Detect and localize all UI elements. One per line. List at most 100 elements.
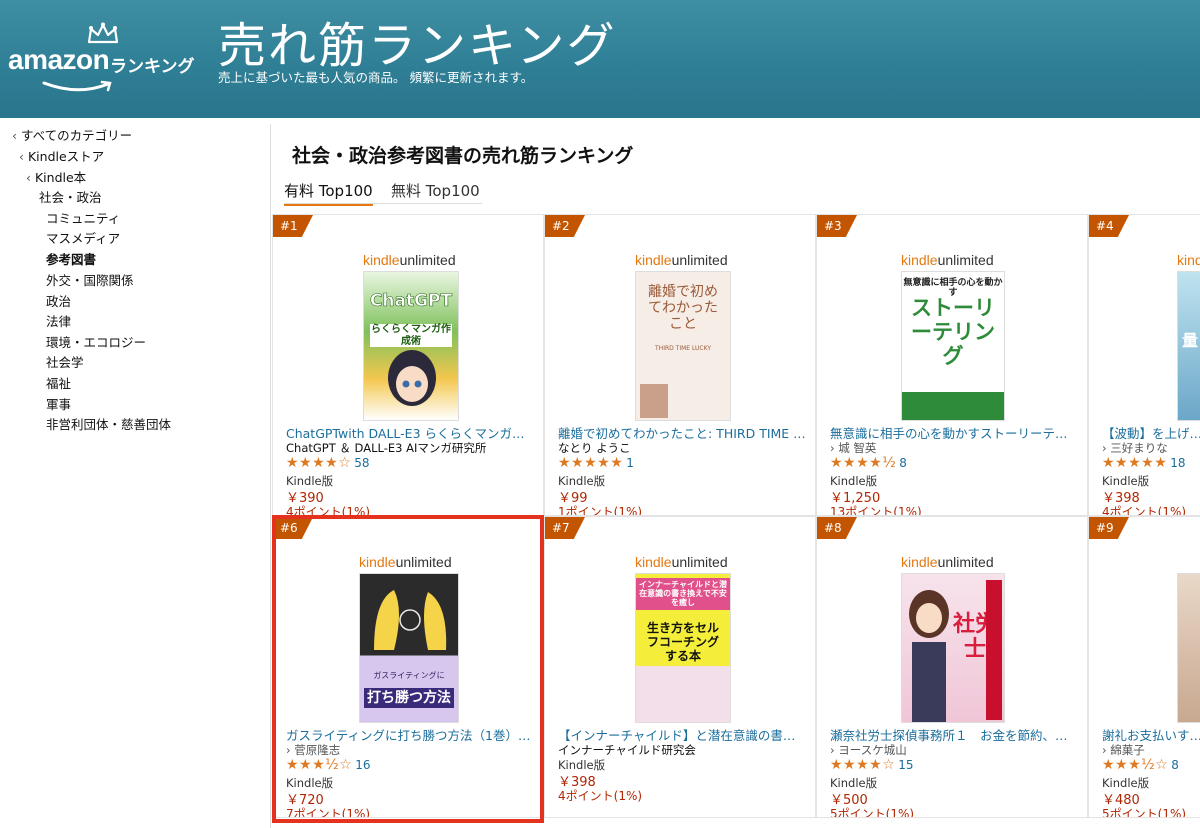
rank-badge: #1: [273, 215, 313, 237]
sidebar-item-environment[interactable]: 環境・エコロジー: [46, 332, 146, 351]
sidebar-item-all-categories[interactable]: すべてのカテゴリー: [12, 125, 132, 144]
product-points: 5ポイント(1%): [830, 807, 915, 818]
cover-title: 量: [1182, 331, 1199, 350]
star-rating[interactable]: ★★★★★ 1: [558, 455, 634, 471]
cover-title: 離婚で初めてわかったこと: [648, 284, 718, 333]
manga-girl-illustration: [388, 350, 436, 406]
sidebar-item-reference-selected: 参考図書: [46, 252, 97, 267]
rank-badge: #2: [545, 215, 585, 237]
rank-badge: #7: [545, 517, 585, 539]
star-rating[interactable]: ★★★½☆ 8: [1102, 757, 1179, 773]
star-rating[interactable]: ★★★½☆ 16: [286, 757, 371, 773]
book-cover-image[interactable]: 量: [1177, 271, 1200, 421]
author-photo: [640, 384, 668, 418]
logo-ranking-text: ランキング: [110, 57, 195, 77]
product-author-link[interactable]: 城 智英: [830, 440, 876, 456]
page-title: 売れ筋ランキング: [218, 18, 617, 74]
category-sidebar: すべてのカテゴリー Kindleストア Kindle本 社会・政治 コミュニティ…: [0, 118, 270, 828]
star-rating[interactable]: ★★★★★ 18: [1102, 455, 1186, 471]
page-header: amazon ランキング 売れ筋ランキング 売上に基づいた最も人気の商品。 頻繁…: [0, 0, 1200, 118]
cover-subtitle: インナーチャイルドと潜在意識の書き換えで不安を癒し: [636, 578, 730, 610]
cover-band: [986, 580, 1002, 720]
product-author-link[interactable]: ヨースケ城山: [830, 742, 906, 758]
product-author-link[interactable]: 綿菓子: [1102, 742, 1145, 758]
crown-icon: [87, 22, 119, 44]
product-card-9[interactable]: #9 謝礼お支払いするのでご 綿菓子 ★★★½☆8 Kindle版 ￥480 5…: [1088, 516, 1200, 818]
rank-badge: #4: [1089, 215, 1129, 237]
product-points: 4ポイント(1%): [1102, 505, 1187, 516]
sidebar-item-military[interactable]: 軍事: [46, 394, 71, 413]
logo-amazon-text: amazon: [8, 44, 110, 75]
cover-title: 生き方をセルフコーチングする本: [646, 621, 719, 663]
review-count: 18: [1170, 456, 1186, 470]
book-cover-image[interactable]: 無意識に相手の心を動かす ストーリーテリング: [901, 271, 1005, 421]
product-card-7[interactable]: #7 kindleunlimited インナーチャイルドと潜在意識の書き換えで不…: [544, 516, 816, 818]
product-card-8[interactable]: #8 kindleunlimited 社労士 瀬奈社労士探偵事務所１ お金を節約…: [816, 516, 1088, 818]
sidebar-item-kindle-store[interactable]: Kindleストア: [19, 146, 104, 165]
sidebar-item-diplomacy[interactable]: 外交・国際関係: [46, 270, 134, 289]
kindle-unlimited-label: kindleunlimited: [359, 554, 452, 570]
book-cover-image[interactable]: ガスライティングに 打ち勝つ方法: [359, 573, 459, 723]
amazon-ranking-logo[interactable]: amazon ランキング: [8, 22, 208, 94]
kindle-unlimited-label: kindleunlimited: [901, 554, 994, 570]
review-count: 1: [626, 456, 634, 470]
hands-illustration: [374, 590, 447, 650]
product-author: ChatGPT ＆ DALL-E3 AIマンガ研究所: [286, 441, 487, 455]
sidebar-item-society-politics[interactable]: 社会・政治: [39, 187, 102, 206]
product-points: 13ポイント(1%): [830, 505, 922, 516]
rank-badge: #6: [273, 517, 313, 539]
review-count: 8: [899, 456, 907, 470]
product-card-3[interactable]: #3 kindleunlimited 無意識に相手の心を動かす ストーリーテリン…: [816, 214, 1088, 516]
product-points: 5ポイント(1%): [1102, 807, 1187, 818]
kindle-unlimited-label: kindleunlimited: [635, 554, 728, 570]
sidebar-item-welfare[interactable]: 福祉: [46, 373, 71, 392]
sidebar-item-nonprofit[interactable]: 非営利団体・慈善団体: [46, 414, 171, 433]
tab-divider: [284, 203, 482, 204]
tab-free-top100[interactable]: 無料 Top100: [391, 180, 480, 201]
book-cover-image[interactable]: 離婚で初めてわかったこと THIRD TIME LUCKY: [635, 271, 731, 421]
sidebar-item-mass-media[interactable]: マスメディア: [46, 228, 120, 247]
page-subtitle: 売上に基づいた最も人気の商品。 頻繁に更新されます。: [218, 70, 534, 85]
product-author: なとり ようこ: [558, 441, 631, 455]
sidebar-item-law[interactable]: 法律: [46, 311, 71, 330]
category-title: 社会・政治参考図書の売れ筋ランキング: [292, 145, 634, 167]
product-points: 1ポイント(1%): [558, 505, 643, 516]
product-author-link[interactable]: 三好まりな: [1102, 440, 1168, 456]
product-points: 7ポイント(1%): [286, 807, 371, 818]
sidebar-item-politics[interactable]: 政治: [46, 291, 71, 310]
sidebar-item-community[interactable]: コミュニティ: [46, 208, 120, 227]
rank-badge: #8: [817, 517, 857, 539]
product-points: 4ポイント(1%): [558, 789, 643, 803]
product-card-2[interactable]: #2 kindleunlimited 離婚で初めてわかったこと THIRD TI…: [544, 214, 816, 516]
book-cover-image[interactable]: 社労士: [901, 573, 1005, 723]
kindle-unlimited-label: kindleunlimited: [363, 252, 456, 268]
product-author-link[interactable]: 菅原隆志: [286, 742, 340, 758]
cover-subtitle: THIRD TIME LUCKY: [655, 345, 711, 352]
book-cover-image[interactable]: ChatGPT らくらくマンガ作成術: [363, 271, 459, 421]
product-card-6[interactable]: #6 kindleunlimited ガスライティングに 打ち勝つ方法 ガスライ…: [272, 516, 544, 818]
product-card-4[interactable]: #4 kindle 量 【波動】を上げる！ 三好まりな ★★★★★18 Kind…: [1088, 214, 1200, 516]
kindle-unlimited-label: kindle: [1177, 252, 1200, 268]
review-count: 15: [898, 758, 914, 772]
rank-badge: #9: [1089, 517, 1129, 539]
sidebar-item-kindle-books[interactable]: Kindle本: [26, 167, 86, 186]
review-count: 8: [1171, 758, 1179, 772]
product-card-1[interactable]: #1 kindleunlimited ChatGPT らくらくマンガ作成術 Ch…: [272, 214, 544, 516]
review-count: 58: [354, 456, 370, 470]
sidebar-divider: [270, 124, 271, 828]
star-rating[interactable]: ★★★★☆ 15: [830, 757, 914, 773]
amazon-smile-icon: [42, 80, 112, 92]
book-cover-image[interactable]: インナーチャイルドと潜在意識の書き換えで不安を癒し 生き方をセルフコーチングする…: [635, 573, 731, 723]
star-rating[interactable]: ★★★★☆ 58: [286, 455, 370, 471]
product-author: インナーチャイルド研究会: [558, 743, 696, 757]
cover-title: 打ち勝つ方法: [364, 688, 454, 709]
cover-title: ストーリーテリング: [911, 296, 995, 369]
book-cover-image[interactable]: [1177, 573, 1200, 723]
sidebar-item-sociology[interactable]: 社会学: [46, 352, 84, 371]
review-count: 16: [355, 758, 371, 772]
kindle-unlimited-label: kindleunlimited: [635, 252, 728, 268]
product-points: 4ポイント(1%): [286, 505, 371, 516]
star-rating[interactable]: ★★★★½ 8: [830, 455, 907, 471]
cover-title: ChatGPT: [369, 291, 453, 311]
kindle-unlimited-label: kindleunlimited: [901, 252, 994, 268]
